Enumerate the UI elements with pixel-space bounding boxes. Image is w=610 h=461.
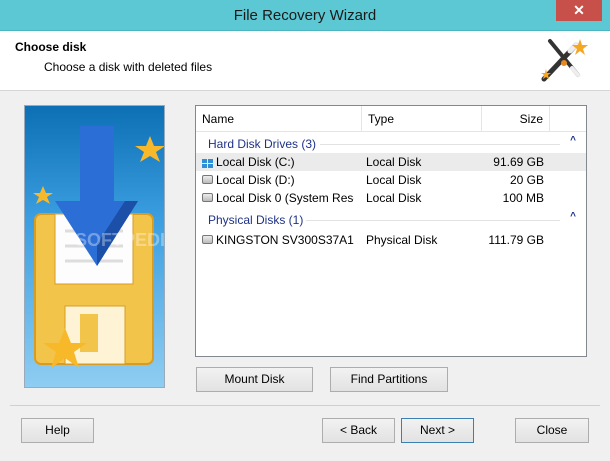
collapse-icon[interactable]: ^ [570,211,576,222]
page-subtitle: Choose a disk with deleted files [44,60,213,74]
close-button[interactable]: Close [515,418,589,443]
wizard-header: Choose disk Choose a disk with deleted f… [0,31,610,91]
group-divider [320,144,560,145]
disk-name: KINGSTON SV300S37A120G [216,233,354,247]
wizard-illustration: SOFTPEDIA [24,105,165,388]
disk-type: Physical Disk [366,233,438,247]
disk-size: 20 GB [509,173,544,187]
disk-list[interactable]: Name Type Size Hard Disk Drives (3) ^ Lo… [195,105,587,357]
list-item[interactable]: Local Disk 0 (System Rese... Local Disk … [196,189,586,207]
disk-name: Local Disk (C:) [216,155,295,169]
column-name[interactable]: Name [196,106,362,132]
column-type[interactable]: Type [362,106,482,132]
list-item[interactable]: Local Disk (D:) Local Disk 20 GB [196,171,586,189]
disk-size: 91.69 GB [493,155,544,169]
disk-type: Local Disk [366,191,422,205]
group-physical-disks[interactable]: Physical Disks (1) ^ [196,210,586,230]
watermark-text: SOFTPEDIA [75,230,165,250]
group-label: Physical Disks (1) [208,213,304,227]
drive-icon [202,175,213,184]
back-button[interactable]: < Back [322,418,395,443]
magic-wand-icon [541,39,588,82]
disk-size: 100 MB [502,191,544,205]
group-divider [306,220,560,221]
windows-drive-icon [202,157,213,168]
column-size[interactable]: Size [482,106,550,132]
disk-name: Local Disk 0 (System Rese... [216,191,354,205]
mount-disk-button[interactable]: Mount Disk [196,367,313,392]
list-item[interactable]: Local Disk (C:) Local Disk 91.69 GB [196,153,586,171]
disk-name: Local Disk (D:) [216,173,295,187]
disk-type: Local Disk [366,155,422,169]
window-title: File Recovery Wizard [233,7,377,24]
disk-size: 111.79 GB [488,233,544,247]
group-hard-disk-drives[interactable]: Hard Disk Drives (3) ^ [196,134,586,154]
drive-icon [202,235,213,244]
page-title: Choose disk [15,40,87,54]
group-label: Hard Disk Drives (3) [208,137,317,151]
title-bar: File Recovery Wizard ✕ [0,0,610,31]
help-button[interactable]: Help [21,418,94,443]
next-button[interactable]: Next > [401,418,474,443]
disk-type: Local Disk [366,173,422,187]
drive-icon [202,193,213,202]
find-partitions-button[interactable]: Find Partitions [330,367,448,392]
collapse-icon[interactable]: ^ [570,135,576,146]
window-close-button[interactable]: ✕ [556,0,602,21]
footer-divider [10,405,600,406]
list-item[interactable]: KINGSTON SV300S37A120G Physical Disk 111… [196,231,586,249]
list-header: Name Type Size [196,106,586,132]
